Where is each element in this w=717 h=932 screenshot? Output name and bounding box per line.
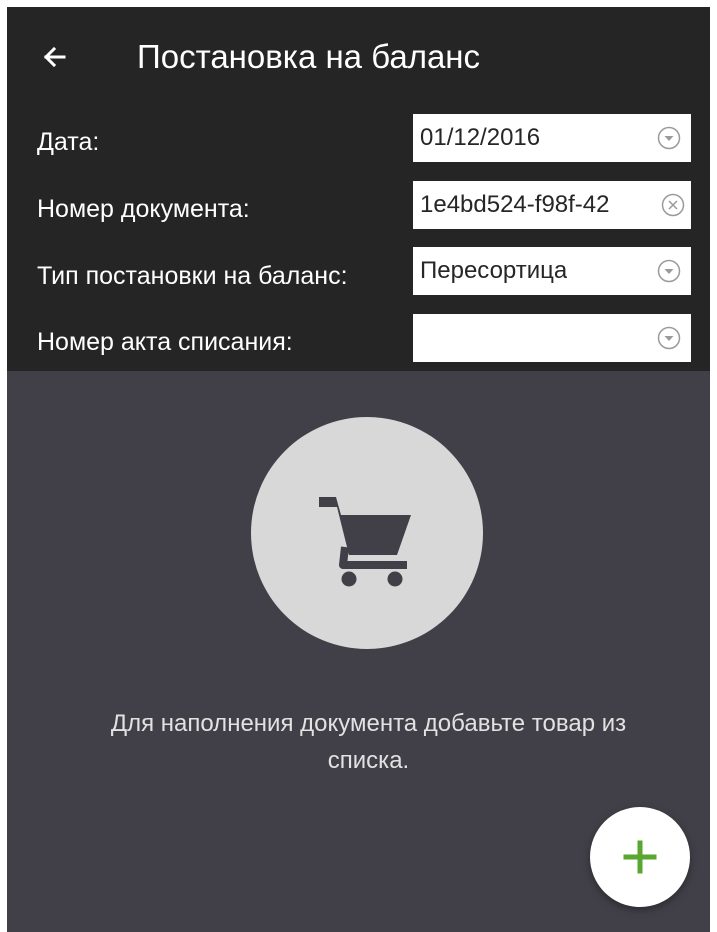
page-title: Постановка на баланс xyxy=(137,38,481,75)
date-value: 01/12/2016 xyxy=(420,124,541,151)
empty-state-illustration xyxy=(251,417,483,649)
balance-type-label: Тип постановки на баланс: xyxy=(37,262,348,290)
balance-type-value: Пересортица xyxy=(420,257,568,284)
document-number-label: Номер документа: xyxy=(37,195,250,223)
document-number-field[interactable]: 1e4bd524-f98f-42 xyxy=(413,181,691,229)
document-number-value: 1e4bd524-f98f-42 xyxy=(420,191,610,218)
balance-type-field[interactable]: Пересортица xyxy=(413,247,691,295)
clear-circle-icon[interactable] xyxy=(661,193,685,217)
arrow-left-icon xyxy=(37,39,73,75)
write-off-act-field[interactable] xyxy=(413,314,691,362)
write-off-act-label: Номер акта списания: xyxy=(37,328,293,356)
dropdown-circle-icon[interactable] xyxy=(657,326,681,350)
app-screen: Постановка на баланс Дата: 01/12/2016 Но… xyxy=(7,7,710,932)
dropdown-circle-icon[interactable] xyxy=(657,126,681,150)
empty-state-message: Для наполнения документа добавьте товар … xyxy=(110,710,627,774)
dropdown-circle-icon[interactable] xyxy=(657,259,681,283)
shopping-cart-icon xyxy=(313,487,413,587)
toolbar-header: Постановка на баланс Дата: 01/12/2016 Но… xyxy=(7,7,710,371)
date-label: Дата: xyxy=(37,128,100,156)
back-button[interactable] xyxy=(37,39,73,75)
add-item-button[interactable] xyxy=(590,807,690,907)
date-field[interactable]: 01/12/2016 xyxy=(413,114,691,162)
